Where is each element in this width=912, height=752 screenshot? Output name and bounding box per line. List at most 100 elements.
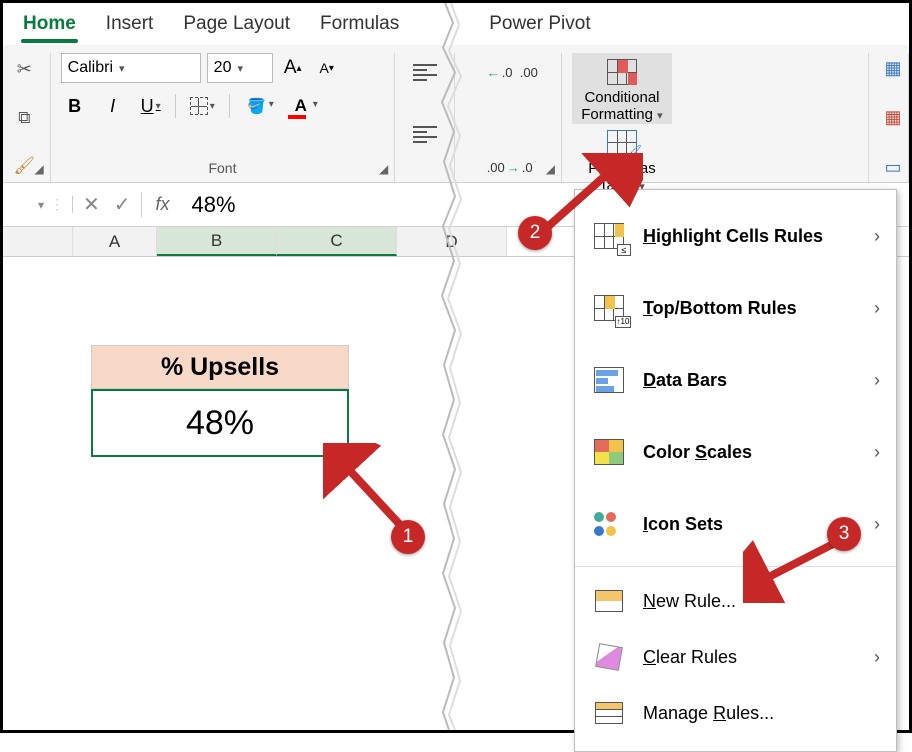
select-all-corner[interactable] <box>3 227 73 256</box>
cancel-icon[interactable]: ✕ <box>83 192 100 217</box>
menu-highlight-cells-rules[interactable]: ≤ HHighlight Cells Rulesighlight Cells R… <box>575 200 896 272</box>
insert-cells-icon: ▦ <box>884 58 901 79</box>
new-rule-icon <box>591 585 627 617</box>
bucket-icon: 🪣 <box>247 97 266 115</box>
group-font: Calibri▾ 20▾ A▴ A▾ B I U▾ ▾ 🪣 ▾ A <box>51 53 396 182</box>
font-launcher-icon[interactable]: ◢ <box>379 162 388 176</box>
align-left-icon <box>413 126 437 143</box>
chevron-down-icon[interactable]: ▾ <box>269 99 274 110</box>
col-header-b[interactable]: B <box>157 227 277 256</box>
chevron-down-icon[interactable]: ▾ <box>38 198 44 212</box>
clear-rules-icon <box>591 641 627 673</box>
menu-label: Color Scales <box>643 442 858 463</box>
letter-a-icon: A <box>295 96 307 116</box>
borders-button[interactable]: ▾ <box>186 91 219 121</box>
icon-sets-icon <box>591 508 627 540</box>
color-scales-icon <box>591 436 627 468</box>
callout-3: 3 <box>827 517 861 551</box>
conditional-formatting-button[interactable]: ConditionalFormatting ▾ <box>572 53 672 124</box>
menu-label: Top/Bottom Rules <box>643 298 858 319</box>
chevron-down-icon[interactable]: ▾ <box>313 99 318 110</box>
callout-2: 2 <box>518 216 552 250</box>
delete-cells-button[interactable]: ▦ <box>879 103 907 133</box>
group-clipboard: ✂ ⧉ 🖌 ◢ <box>3 53 51 182</box>
group-number: ←.0 .00 .00→.0 ◢ <box>473 53 562 182</box>
col-header-c[interactable]: C <box>277 227 397 256</box>
increase-font-button[interactable]: A▴ <box>279 53 307 83</box>
menu-label: HHighlight Cells Rulesighlight Cells Rul… <box>643 226 858 247</box>
chevron-right-icon: › <box>874 647 880 668</box>
group-styles: ConditionalFormatting ▾ 🖌 Format asTable… <box>562 53 869 182</box>
underline-button[interactable]: U▾ <box>137 91 165 121</box>
conditional-formatting-menu: ≤ HHighlight Cells Rulesighlight Cells R… <box>574 189 897 752</box>
format-as-table-icon: 🖌 <box>607 130 637 156</box>
chevron-down-icon: ▾ <box>657 110 663 122</box>
font-color-button[interactable]: A ▾ <box>284 91 318 121</box>
align-left-button[interactable] <box>405 57 444 87</box>
clipboard-launcher-icon[interactable]: ◢ <box>34 162 43 176</box>
format-as-table-button[interactable]: 🖌 Format asTable ▾ <box>572 124 672 195</box>
format-cells-icon: ▭ <box>884 157 901 178</box>
col-header-a[interactable]: A <box>73 227 157 256</box>
name-box[interactable]: ▾⋮ <box>3 196 73 213</box>
format-painter-icon[interactable]: 🖌 <box>14 156 36 176</box>
formula-bar-value[interactable]: 48% <box>184 192 236 218</box>
tab-page-layout[interactable]: Page Layout <box>181 9 292 45</box>
cut-icon[interactable]: ✂ <box>17 59 32 80</box>
font-size-combo[interactable]: 20▾ <box>207 53 273 83</box>
ribbon-tabs: Home Insert Page Layout Formulas Power P… <box>3 3 909 45</box>
borders-icon <box>190 97 208 115</box>
tab-formulas[interactable]: Formulas <box>318 9 401 45</box>
font-name-combo[interactable]: Calibri▾ <box>61 53 201 83</box>
copy-icon[interactable]: ⧉ <box>18 108 30 128</box>
menu-data-bars[interactable]: Data Bars › <box>575 344 896 416</box>
chevron-right-icon: › <box>874 514 880 535</box>
menu-top-bottom-rules[interactable]: ↑10 Top/Bottom Rules › <box>575 272 896 344</box>
align-left-icon <box>413 64 437 81</box>
tab-insert[interactable]: Insert <box>104 9 156 45</box>
menu-label: Manage Rules... <box>643 703 880 724</box>
cell-value-selected[interactable]: 48% <box>91 389 349 457</box>
tab-home[interactable]: Home <box>21 9 78 45</box>
fx-icon[interactable]: fx <box>142 194 184 215</box>
insert-cells-button[interactable]: ▦ <box>879 53 907 83</box>
fill-color-button[interactable]: 🪣 ▾ <box>240 91 274 121</box>
cell-header-upsells[interactable]: % Upsells <box>91 345 349 389</box>
menu-label: Data Bars <box>643 370 858 391</box>
format-cells-button[interactable]: ▭ <box>879 152 907 182</box>
increase-decimal-button[interactable]: ←.0 .00 <box>483 57 542 87</box>
col-header-d[interactable]: D <box>397 227 507 256</box>
italic-button[interactable]: I <box>99 91 127 121</box>
delete-cells-icon: ▦ <box>884 107 901 128</box>
decrease-decimal-button[interactable]: .00→.0 <box>483 152 537 182</box>
chevron-right-icon: › <box>874 226 880 247</box>
align-left-button-2[interactable] <box>405 120 444 150</box>
chevron-right-icon: › <box>874 298 880 319</box>
bold-button[interactable]: B <box>61 91 89 121</box>
ribbon: ✂ ⧉ 🖌 ◢ Calibri▾ 20▾ A▴ A▾ B I U▾ ▾ 🪣 <box>3 45 909 183</box>
fill-color-swatch <box>244 115 262 119</box>
decrease-font-button[interactable]: A▾ <box>313 53 341 83</box>
chevron-down-icon[interactable]: ▾ <box>156 101 161 112</box>
callout-1: 1 <box>391 520 425 554</box>
menu-label: Icon Sets <box>643 514 858 535</box>
number-launcher-icon[interactable]: ◢ <box>546 162 555 176</box>
menu-clear-rules[interactable]: Clear Rules › <box>575 629 896 685</box>
font-group-label: Font <box>61 160 385 182</box>
menu-new-rule[interactable]: New Rule... <box>575 573 896 629</box>
chevron-down-icon[interactable]: ▾ <box>210 101 215 112</box>
chevron-down-icon[interactable]: ▾ <box>119 62 125 75</box>
menu-label: New Rule... <box>643 591 880 612</box>
menu-separator <box>575 566 896 567</box>
chevron-down-icon[interactable]: ▾ <box>237 62 243 75</box>
tab-power-pivot[interactable]: Power Pivot <box>487 9 592 45</box>
data-bars-icon <box>591 364 627 396</box>
conditional-formatting-icon <box>607 59 637 85</box>
group-cells: ▦ ▦ ▭ <box>869 53 909 182</box>
chevron-right-icon: › <box>874 370 880 391</box>
top-bottom-icon: ↑10 <box>591 292 627 324</box>
font-color-swatch <box>288 115 306 119</box>
menu-color-scales[interactable]: Color Scales › <box>575 416 896 488</box>
manage-rules-icon <box>591 697 627 729</box>
enter-icon[interactable]: ✓ <box>114 192 131 217</box>
